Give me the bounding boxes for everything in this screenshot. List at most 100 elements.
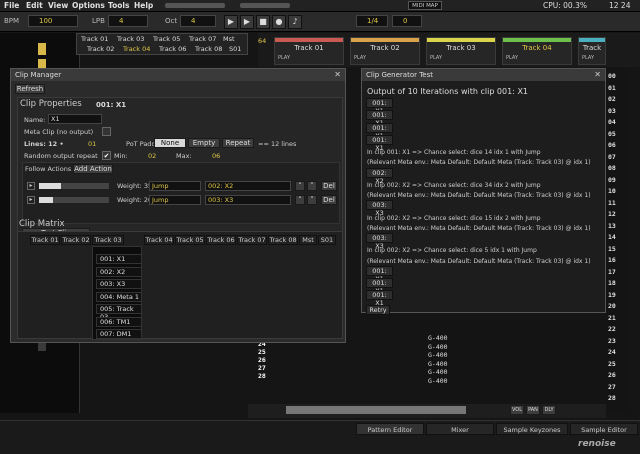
- matrix-track-02[interactable]: Track 02: [61, 235, 91, 245]
- add-action-button[interactable]: Add Action: [73, 164, 113, 174]
- action-target-select[interactable]: 002: X2: [205, 181, 291, 191]
- action-type-select[interactable]: Jump: [149, 181, 201, 191]
- retry-button[interactable]: Retry: [366, 304, 390, 315]
- clip-item[interactable]: 001: X1: [96, 254, 142, 264]
- menu-file[interactable]: File: [4, 1, 19, 10]
- matrix-track-06[interactable]: Track 06: [206, 235, 236, 245]
- matrix-track-07[interactable]: Track 07: [237, 235, 267, 245]
- track-header[interactable]: Track 03 PLAY: [426, 37, 496, 65]
- menu-view[interactable]: View: [48, 1, 68, 10]
- strip-track-07[interactable]: Track 07: [189, 35, 216, 43]
- weight-slider[interactable]: [39, 197, 109, 203]
- delete-action-button[interactable]: Del: [321, 181, 337, 191]
- move-up-icon[interactable]: ˄: [295, 181, 305, 191]
- strip-track-06[interactable]: Track 06: [159, 45, 186, 53]
- menu-edit[interactable]: Edit: [26, 1, 43, 10]
- clip-item[interactable]: 007: DM1: [96, 329, 142, 339]
- track-header[interactable]: Track PLAY: [578, 37, 606, 65]
- action-target-select[interactable]: 003: X3: [205, 195, 291, 205]
- action-row: ▸ Weight: 20 Jump 003: X3 ˄ ˅ Del: [27, 195, 337, 207]
- tab-pattern-editor[interactable]: Pattern Editor: [356, 423, 424, 435]
- vol-toggle-button[interactable]: VOL: [510, 405, 524, 415]
- pad-repeat-button[interactable]: Repeat: [222, 138, 254, 148]
- remove-icon[interactable]: ▸: [27, 196, 35, 204]
- strip-track-08[interactable]: Track 08: [195, 45, 222, 53]
- strip-master[interactable]: Mst: [223, 35, 235, 43]
- lpb-field[interactable]: 4: [108, 15, 148, 27]
- strip-track-04[interactable]: Track 04: [123, 45, 150, 53]
- bpm-field[interactable]: 100: [28, 15, 78, 27]
- output-clip-button[interactable]: 001: X1: [366, 134, 393, 152]
- play-icon[interactable]: ▶: [224, 15, 238, 29]
- matrix-slot[interactable]: [38, 43, 46, 55]
- clip-item[interactable]: 006: TM1: [96, 316, 142, 327]
- weight-slider[interactable]: [39, 183, 109, 189]
- min-value[interactable]: 02: [148, 152, 156, 160]
- clip-item[interactable]: 005: Track 03: [96, 304, 142, 321]
- matrix-track-04[interactable]: Track 04: [144, 235, 174, 245]
- volume-slider[interactable]: [165, 3, 225, 8]
- delete-action-button[interactable]: Del: [321, 195, 337, 205]
- refresh-button[interactable]: Refresh: [15, 84, 45, 94]
- move-up-icon[interactable]: ˄: [295, 195, 305, 205]
- tab-sample-keyzones[interactable]: Sample Keyzones: [496, 423, 568, 435]
- output-clip-button[interactable]: 001: X1: [366, 98, 393, 115]
- tab-mixer[interactable]: Mixer: [426, 423, 494, 435]
- oct-field[interactable]: 4: [180, 15, 216, 27]
- strip-track-02[interactable]: Track 02: [87, 45, 114, 53]
- pad-empty-button[interactable]: Empty: [188, 138, 220, 148]
- strip-track-01[interactable]: Track 01: [81, 35, 108, 43]
- output-clip-button[interactable]: 001: X1: [366, 110, 393, 127]
- close-icon[interactable]: ✕: [334, 69, 341, 81]
- matrix-track-01[interactable]: Track 01: [30, 235, 60, 245]
- dly-toggle-button[interactable]: DLY: [542, 405, 556, 415]
- track-header[interactable]: Track 04 PLAY: [502, 37, 572, 65]
- clip-item[interactable]: 003: X3: [96, 279, 142, 289]
- close-icon[interactable]: ✕: [594, 69, 601, 81]
- output-clip-button[interactable]: 001: X1: [366, 278, 393, 295]
- matrix-master[interactable]: Mst: [299, 235, 317, 245]
- matrix-send-01[interactable]: S01: [318, 235, 336, 245]
- step-field[interactable]: 0: [392, 15, 422, 27]
- track-header[interactable]: Track 01 PLAY: [274, 37, 344, 65]
- remove-icon[interactable]: ▸: [27, 182, 35, 190]
- track-strip: Track 01 Track 03 Track 05 Track 07 Mst …: [76, 33, 248, 55]
- move-down-icon[interactable]: ˅: [307, 181, 317, 191]
- output-clip-button[interactable]: 001: X1: [366, 122, 393, 140]
- meta-clip-checkbox[interactable]: [102, 127, 111, 136]
- output-clip-button[interactable]: 003: X3: [366, 233, 393, 250]
- matrix-track-05[interactable]: Track 05: [175, 235, 205, 245]
- horizontal-scrollbar[interactable]: [286, 406, 466, 414]
- clip-name-input[interactable]: X1: [48, 114, 102, 124]
- note-column[interactable]: G-400 G-400 G-400 G-400 G-400 G-400: [428, 334, 448, 385]
- pad-none-button[interactable]: None: [154, 138, 186, 148]
- max-value[interactable]: 06: [212, 152, 220, 160]
- track-header[interactable]: Track 02 PLAY: [350, 37, 420, 65]
- menu-options[interactable]: Options: [72, 1, 105, 10]
- output-clip-button[interactable]: 001: X1: [366, 290, 393, 307]
- clip-item[interactable]: 004: Meta 1: [96, 291, 142, 302]
- menu-tools[interactable]: Tools: [108, 1, 129, 10]
- stop-icon[interactable]: ■: [256, 15, 270, 29]
- record-icon[interactable]: ●: [272, 15, 286, 29]
- tab-sample-editor[interactable]: Sample Editor: [570, 423, 638, 435]
- play-loop-icon[interactable]: ▶: [240, 15, 254, 29]
- output-clip-button[interactable]: 003: X3: [366, 200, 393, 217]
- output-clip-button[interactable]: 002: X2: [366, 167, 393, 185]
- clip-item[interactable]: 002: X2: [96, 266, 142, 277]
- random-checkbox[interactable]: ✔: [102, 151, 111, 160]
- strip-track-05[interactable]: Track 05: [153, 35, 180, 43]
- pan-toggle-button[interactable]: PAN: [526, 405, 540, 415]
- matrix-track-08[interactable]: Track 08: [268, 235, 298, 245]
- output-clip-button[interactable]: 001: X1: [366, 265, 393, 283]
- matrix-track-03[interactable]: Track 03: [92, 235, 124, 245]
- move-down-icon[interactable]: ˅: [307, 195, 317, 205]
- lines-value[interactable]: 01: [88, 140, 96, 148]
- edit-step-field[interactable]: 1/4: [356, 15, 388, 27]
- midi-map-button[interactable]: MIDI MAP: [408, 1, 442, 10]
- metronome-icon[interactable]: ♪: [288, 15, 302, 29]
- strip-send-01[interactable]: S01: [229, 45, 241, 53]
- menu-help[interactable]: Help: [134, 1, 153, 10]
- strip-track-03[interactable]: Track 03: [117, 35, 144, 43]
- action-type-select[interactable]: Jump: [149, 195, 201, 205]
